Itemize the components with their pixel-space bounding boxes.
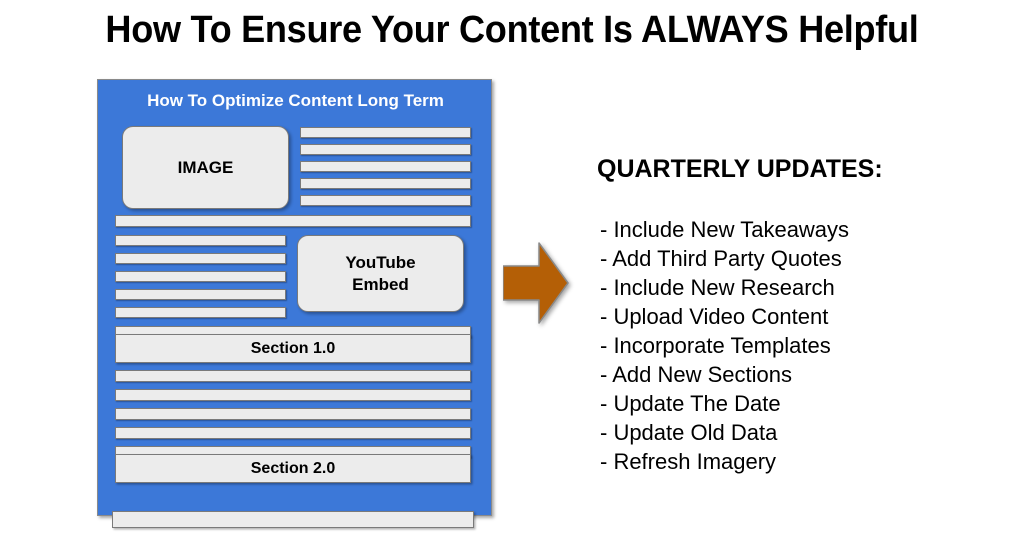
- youtube-embed-label-line1: YouTube: [345, 253, 416, 273]
- text-line: [300, 178, 471, 189]
- youtube-embed-label: YouTube Embed: [345, 252, 415, 295]
- image-placeholder-label: IMAGE: [177, 157, 234, 177]
- updates-heading: QUARTERLY UPDATES:: [597, 155, 883, 183]
- text-line: [115, 235, 286, 246]
- text-line: [300, 127, 471, 138]
- text-line: [115, 271, 286, 282]
- section-heading-bar-2: Section 2.0: [115, 454, 471, 483]
- youtube-embed-placeholder-block: YouTube Embed: [297, 235, 464, 312]
- section-heading-bar-1: Section 1.0: [115, 334, 471, 363]
- youtube-embed-label-line2: Embed: [352, 274, 409, 294]
- text-line: [115, 253, 286, 264]
- section-1-label: Section 1.0: [250, 339, 336, 357]
- text-line: [115, 307, 286, 318]
- text-line: [115, 215, 471, 227]
- document-mockup-heading: How To Optimize Content Long Term: [147, 91, 444, 110]
- text-line: [112, 511, 474, 528]
- document-mockup-panel: How To Optimize Content Long Term IMAGE …: [97, 79, 492, 516]
- section-2-label: Section 2.0: [250, 459, 336, 477]
- list-item: - Upload Video Content: [600, 304, 829, 329]
- list-item: - Add New Sections: [600, 362, 792, 387]
- text-line: [115, 408, 471, 420]
- updates-list: - Include New Takeaways - Add Third Part…: [597, 215, 997, 476]
- list-item: - Update Old Data: [600, 420, 778, 445]
- list-item: - Include New Takeaways: [600, 217, 850, 242]
- list-item: - Add Third Party Quotes: [600, 246, 842, 271]
- text-line: [115, 289, 286, 300]
- text-line: [300, 161, 471, 172]
- right-arrow-icon: [503, 242, 569, 324]
- text-line: [115, 427, 471, 439]
- text-line: [115, 389, 471, 401]
- list-item: - Refresh Imagery: [600, 449, 777, 474]
- text-line: [115, 370, 471, 382]
- page-title: How To Ensure Your Content Is ALWAYS Hel…: [105, 9, 919, 51]
- text-line: [300, 195, 471, 206]
- text-line: [300, 144, 471, 155]
- list-item: - Incorporate Templates: [600, 333, 831, 358]
- list-item: - Update The Date: [600, 391, 781, 416]
- image-placeholder-block: IMAGE: [122, 126, 289, 209]
- list-item: - Include New Research: [600, 275, 835, 300]
